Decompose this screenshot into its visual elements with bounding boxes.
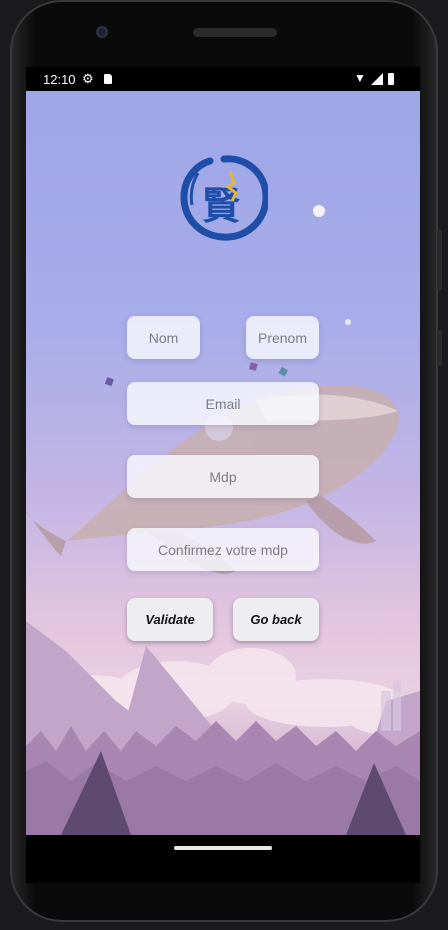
app-logo: 賢 <box>180 155 268 241</box>
validate-button[interactable]: Validate <box>127 598 213 641</box>
home-gesture-handle[interactable] <box>174 846 272 850</box>
volume-button <box>437 230 442 290</box>
floating-cube <box>278 366 288 377</box>
prenom-input[interactable] <box>246 316 319 359</box>
sd-card-icon <box>104 74 112 84</box>
wifi-icon: ▼ <box>354 71 366 85</box>
status-bar: 12:10 ⚙ ▼ <box>26 67 420 91</box>
floating-cube <box>104 377 114 387</box>
status-time: 12:10 <box>43 72 76 87</box>
settings-icon: ⚙ <box>82 71 94 86</box>
distant-tower <box>393 681 401 731</box>
navigation-bar <box>26 835 420 883</box>
nom-input[interactable] <box>127 316 200 359</box>
confirm-mdp-input[interactable] <box>127 528 319 571</box>
front-camera <box>96 26 108 38</box>
distant-tower <box>381 691 391 731</box>
logo-glyph: 賢 <box>202 183 241 228</box>
power-button <box>437 330 442 366</box>
cell-signal-icon <box>371 73 383 85</box>
earpiece-speaker <box>193 28 277 37</box>
mdp-input[interactable] <box>127 455 319 498</box>
floating-sphere <box>313 205 325 217</box>
email-input[interactable] <box>127 382 319 425</box>
floating-cube <box>249 362 258 371</box>
floating-sphere <box>345 319 351 325</box>
app-screen: 賢 Validate Go back <box>26 91 420 835</box>
go-back-button[interactable]: Go back <box>233 598 319 641</box>
battery-icon <box>388 73 394 85</box>
